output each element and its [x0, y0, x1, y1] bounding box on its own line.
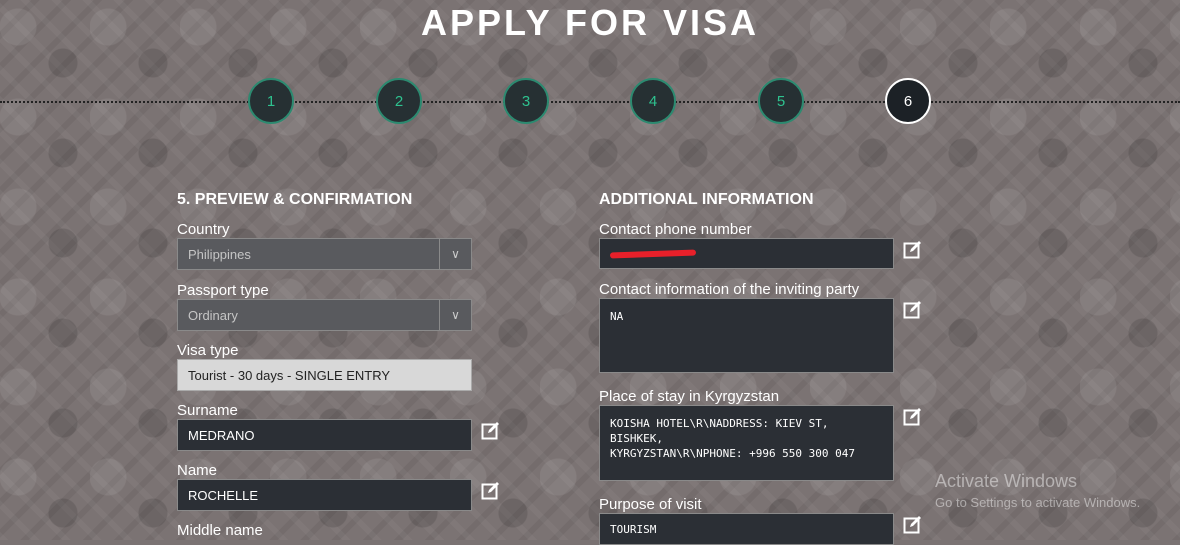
chevron-down-icon: ∨: [439, 300, 471, 330]
place-of-stay-label: Place of stay in Kyrgyzstan: [599, 388, 780, 405]
purpose-field[interactable]: TOURISM: [599, 513, 894, 545]
inviting-party-label: Contact information of the inviting part…: [599, 281, 860, 298]
edit-icon[interactable]: [902, 298, 924, 320]
visa-type-value: Tourist - 30 days - SINGLE ENTRY: [177, 359, 472, 391]
step-1[interactable]: 1: [248, 78, 294, 124]
preview-section-title: 5. PREVIEW & CONFIRMATION: [177, 191, 413, 208]
windows-activation-title: Activate Windows: [935, 471, 1078, 491]
name-field[interactable]: ROCHELLE: [177, 479, 472, 511]
inviting-party-field[interactable]: NA: [599, 298, 894, 373]
surname-label: Surname: [177, 402, 238, 419]
country-select[interactable]: Philippines ∨: [177, 238, 472, 270]
chevron-down-icon: ∨: [439, 239, 471, 269]
windows-activation-subtitle: Go to Settings to activate Windows.: [935, 495, 1141, 510]
step-2[interactable]: 2: [376, 78, 422, 124]
visa-type-label: Visa type: [177, 342, 239, 359]
step-4[interactable]: 4: [630, 78, 676, 124]
place-of-stay-line2: KYRGYZSTAN\R\NPHONE: +996 550 300 047: [610, 447, 856, 460]
edit-icon[interactable]: [902, 405, 924, 427]
middle-name-label: Middle name: [177, 522, 263, 539]
passport-type-select[interactable]: Ordinary ∨: [177, 299, 472, 331]
page-title: APPLY FOR VISA: [420, 2, 760, 43]
steps-connector: [0, 101, 1180, 103]
edit-icon[interactable]: [480, 479, 502, 501]
passport-type-value: Ordinary: [188, 307, 238, 323]
country-label: Country: [177, 221, 230, 238]
country-value: Philippines: [188, 246, 251, 262]
edit-icon[interactable]: [480, 419, 502, 441]
purpose-label: Purpose of visit: [599, 496, 702, 513]
edit-icon[interactable]: [902, 513, 924, 535]
place-of-stay-line1: KOISHA HOTEL\R\NADDRESS: KIEV ST, BISHKE…: [610, 417, 829, 445]
redacted-phone: [609, 249, 697, 258]
background-pattern: [0, 0, 1180, 540]
phone-label: Contact phone number: [599, 221, 752, 238]
additional-info-title: ADDITIONAL INFORMATION: [599, 191, 814, 208]
passport-type-label: Passport type: [177, 282, 269, 299]
surname-field[interactable]: MEDRANO: [177, 419, 472, 451]
step-6[interactable]: 6: [885, 78, 931, 124]
place-of-stay-field[interactable]: KOISHA HOTEL\R\NADDRESS: KIEV ST, BISHKE…: [599, 405, 894, 481]
name-label: Name: [177, 462, 218, 479]
step-3[interactable]: 3: [503, 78, 549, 124]
step-5[interactable]: 5: [758, 78, 804, 124]
edit-icon[interactable]: [902, 238, 924, 260]
phone-field[interactable]: [599, 238, 894, 269]
